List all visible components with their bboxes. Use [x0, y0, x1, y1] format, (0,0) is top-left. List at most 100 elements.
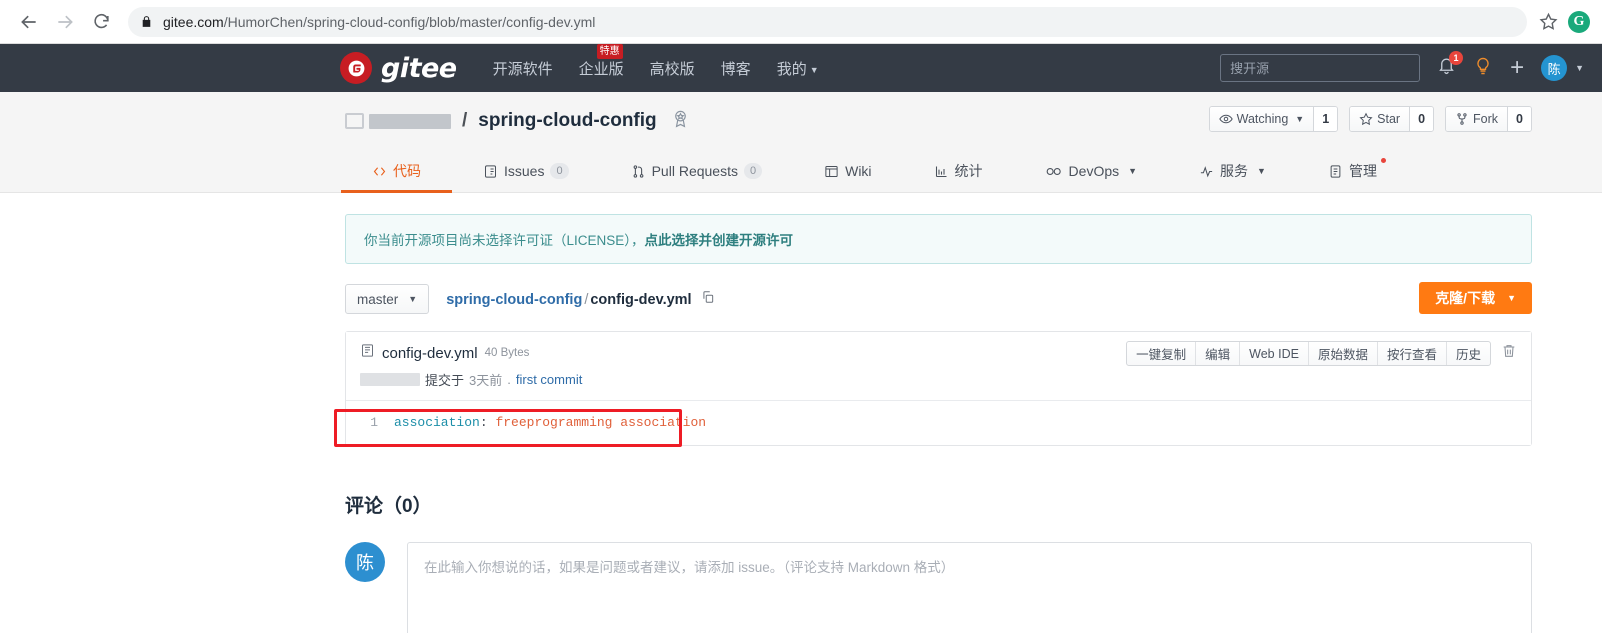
- chevron-down-icon: ▼: [1257, 166, 1266, 176]
- tab-pull-requests[interactable]: Pull Requests 0: [600, 150, 794, 192]
- address-bar-url: gitee.com/HumorChen/spring-cloud-config/…: [163, 14, 595, 30]
- watch-button-group[interactable]: Watching ▼ 1: [1208, 106, 1339, 132]
- reload-button[interactable]: [84, 5, 118, 39]
- branch-selector[interactable]: master ▼: [345, 284, 430, 314]
- file-actions: 一键复制 编辑 Web IDE 原始数据 按行查看 历史: [1126, 341, 1517, 366]
- clone-download-button[interactable]: 克隆/下载 ▼: [1419, 282, 1532, 314]
- comment-composer: 陈 在此输入你想说的话，如果是问题或者建议，请添加 issue。（评论支持 Ma…: [345, 542, 1532, 633]
- book-icon: [825, 165, 838, 177]
- code-token-punct: :: [479, 415, 488, 430]
- tab-label: Pull Requests: [651, 163, 738, 179]
- copy-icon[interactable]: [701, 291, 715, 308]
- browser-profile-avatar[interactable]: G: [1568, 10, 1590, 33]
- chevron-down-icon: ▼: [1575, 63, 1584, 73]
- star-button-group[interactable]: Star 0: [1349, 106, 1435, 132]
- nav-link-label: 我的: [776, 60, 807, 78]
- chevron-down-icon: ▼: [809, 64, 819, 75]
- trash-icon: [1503, 345, 1515, 357]
- search-input[interactable]: [1220, 54, 1421, 82]
- lightbulb-icon: [1477, 57, 1489, 74]
- chevron-down-icon: ▼: [1128, 166, 1138, 176]
- code-line-content[interactable]: association: freeprogramming association: [394, 413, 706, 433]
- commit-time: 3天前: [469, 373, 503, 388]
- create-new-button[interactable]: +: [1510, 56, 1524, 80]
- comment-input[interactable]: 在此输入你想说的话，如果是问题或者建议，请添加 issue。（评论支持 Mark…: [407, 542, 1532, 633]
- pulse-icon: [1200, 165, 1213, 177]
- back-button[interactable]: [12, 5, 46, 39]
- gitee-logo[interactable]: gitee: [340, 52, 457, 84]
- tab-issues[interactable]: Issues 0: [452, 150, 600, 192]
- commit-author-redacted[interactable]: [360, 373, 420, 386]
- repo-icon: [345, 113, 364, 129]
- issue-icon: [485, 164, 496, 178]
- chevron-down-icon: ▼: [1507, 293, 1516, 303]
- gitee-nav-links: 开源软件 特惠 企业版 高校版 博客 我的 ▼: [493, 43, 819, 79]
- tab-statistics[interactable]: 统计: [903, 150, 1014, 192]
- code-token-key: association: [394, 415, 480, 430]
- file-header: config-dev.yml 40 Bytes 提交于 3天前 . first …: [346, 332, 1531, 401]
- edit-button[interactable]: 编辑: [1196, 342, 1241, 365]
- url-path: /HumorChen/spring-cloud-config/blob/mast…: [223, 13, 596, 30]
- arrow-right-icon: [58, 15, 73, 28]
- history-button[interactable]: 历史: [1447, 342, 1490, 365]
- code-view: 1 association: freeprogramming associati…: [334, 401, 1531, 447]
- gitee-g-icon: [348, 60, 364, 76]
- notifications-button[interactable]: 1: [1437, 51, 1464, 80]
- nav-link-label: 博客: [720, 60, 751, 78]
- repo-tabs: 代码 Issues 0 Pull Requests 0 Wiki 统计 DevO…: [341, 150, 1532, 193]
- tab-code[interactable]: 代码: [341, 150, 452, 193]
- lock-icon: [142, 16, 151, 27]
- watch-button[interactable]: Watching ▼: [1209, 107, 1314, 131]
- nav-link-campus[interactable]: 高校版: [650, 58, 695, 79]
- award-badge-icon[interactable]: [671, 109, 690, 133]
- tips-button[interactable]: [1473, 56, 1493, 81]
- license-alert-text: 你当前开源项目尚未选择许可证（LICENSE），: [364, 233, 645, 248]
- nav-link-mine[interactable]: 我的 ▼: [777, 58, 819, 79]
- nav-link-label: 高校版: [649, 60, 695, 78]
- star-outline-icon[interactable]: [1539, 12, 1558, 31]
- clipboard-icon: [1330, 164, 1341, 178]
- web-ide-button[interactable]: Web IDE: [1240, 342, 1309, 365]
- license-alert: 你当前开源项目尚未选择许可证（LICENSE），点此选择并创建开源许可: [345, 214, 1532, 264]
- repo-separator: /: [462, 110, 468, 131]
- tab-label: Wiki: [845, 163, 872, 179]
- repo-name[interactable]: spring-cloud-config: [478, 110, 656, 132]
- user-menu[interactable]: 陈 ▼: [1541, 55, 1584, 81]
- raw-data-button[interactable]: 原始数据: [1309, 342, 1378, 365]
- commit-message[interactable]: first commit: [516, 372, 582, 387]
- tab-wiki[interactable]: Wiki: [793, 150, 902, 192]
- blame-button[interactable]: 按行查看: [1378, 342, 1447, 365]
- fork-button-group[interactable]: Fork 0: [1445, 106, 1532, 132]
- main-content: 你当前开源项目尚未选择许可证（LICENSE），点此选择并创建开源许可 mast…: [0, 214, 1602, 633]
- reload-icon: [93, 14, 109, 29]
- forward-button[interactable]: [48, 5, 82, 39]
- repo-owner-redacted[interactable]: [369, 113, 451, 129]
- notification-count-badge: 1: [1449, 51, 1464, 65]
- code-token-value: freeprogramming association: [495, 415, 707, 430]
- nav-link-opensource[interactable]: 开源软件: [493, 58, 553, 79]
- address-bar[interactable]: gitee.com/HumorChen/spring-cloud-config/…: [128, 6, 1527, 37]
- copy-all-button[interactable]: 一键复制: [1127, 342, 1197, 365]
- nav-link-blog[interactable]: 博客: [721, 58, 751, 79]
- pull-request-icon: [633, 164, 643, 178]
- url-host: gitee.com: [163, 13, 224, 30]
- tab-services[interactable]: 服务 ▼: [1168, 150, 1297, 192]
- star-count: 0: [1409, 107, 1434, 131]
- repo-header: / spring-cloud-config Watching ▼ 1 Star …: [0, 92, 1602, 193]
- avatar: 陈: [345, 542, 385, 582]
- fork-button[interactable]: Fork: [1446, 107, 1508, 131]
- infinity-icon: [1046, 167, 1061, 175]
- file-text-icon: [360, 343, 375, 363]
- code-icon: [373, 166, 386, 176]
- breadcrumb-file: config-dev.yml: [590, 292, 692, 308]
- delete-file-button[interactable]: [1501, 343, 1517, 364]
- nav-link-enterprise[interactable]: 特惠 企业版: [579, 43, 624, 79]
- breadcrumb-repo[interactable]: spring-cloud-config: [446, 292, 582, 308]
- tab-manage[interactable]: 管理: [1297, 150, 1408, 192]
- license-alert-link[interactable]: 点此选择并创建开源许可: [645, 233, 794, 248]
- nav-badge-promo: 特惠: [596, 43, 623, 59]
- star-button[interactable]: Star: [1350, 107, 1410, 131]
- tab-devops[interactable]: DevOps ▼: [1014, 150, 1169, 192]
- browser-toolbar: gitee.com/HumorChen/spring-cloud-config/…: [0, 0, 1602, 44]
- arrow-left-icon: [21, 15, 36, 28]
